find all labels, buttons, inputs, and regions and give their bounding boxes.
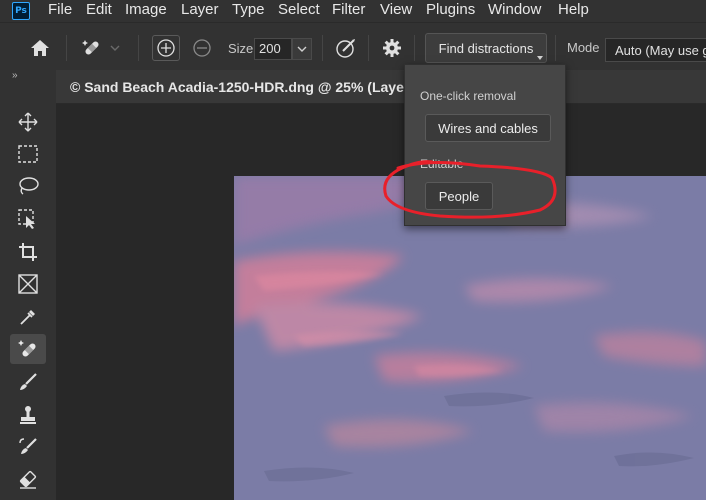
preset-dropdown-button[interactable] (108, 41, 122, 55)
pen-pressure-icon (336, 39, 355, 58)
menu-filter[interactable]: Filter (332, 1, 365, 18)
photoshop-logo-icon[interactable]: Ps (12, 2, 30, 20)
menu-file[interactable]: File (48, 1, 72, 18)
eyedropper-icon (20, 310, 35, 325)
move-tool[interactable] (10, 107, 46, 137)
clone-stamp-tool[interactable] (10, 400, 46, 430)
bandage-sparkle-icon (82, 40, 99, 55)
frame-icon (18, 274, 38, 294)
menu-edit[interactable]: Edit (86, 1, 112, 18)
dropdown-corner-icon (537, 56, 543, 60)
object-selection-tool[interactable] (10, 204, 46, 234)
document-title: © Sand Beach Acadia-1250-HDR.dng @ 25% (… (70, 79, 410, 95)
size-label: Size (228, 41, 254, 56)
menu-bar: Ps File Edit Image Layer Type Select Fil… (0, 0, 706, 22)
menu-type[interactable]: Type (232, 1, 265, 18)
chevron-down-icon (110, 45, 120, 51)
document-tab[interactable]: © Sand Beach Acadia-1250-HDR.dng @ 25% (… (56, 70, 706, 104)
circle-minus-icon (193, 39, 211, 57)
menu-select[interactable]: Select (278, 1, 320, 18)
rectangle-marquee-icon (18, 145, 38, 163)
options-bar: Size 200 Find distractions Mode Auto (Ma… (0, 22, 706, 70)
size-dropdown-button[interactable] (292, 38, 312, 60)
menu-plugins[interactable]: Plugins (426, 1, 475, 18)
tools-panel: » (0, 70, 56, 500)
eyedropper-tool[interactable] (10, 302, 46, 332)
find-distractions-label: Find distractions (438, 40, 534, 56)
history-brush-icon (19, 438, 37, 454)
menu-layer[interactable]: Layer (181, 1, 219, 18)
home-button[interactable] (26, 35, 54, 61)
eraser-icon (19, 470, 37, 489)
collapse-panel-icon[interactable]: » (12, 70, 18, 81)
wires-and-cables-button[interactable]: Wires and cables (425, 114, 551, 142)
crop-tool[interactable] (10, 237, 46, 267)
gear-icon (383, 39, 401, 57)
mode-select[interactable]: Auto (May use g (605, 38, 706, 62)
bandage-sparkle-icon (18, 340, 36, 357)
eraser-tool[interactable] (10, 464, 46, 494)
circle-plus-icon (157, 39, 175, 57)
move-icon (18, 112, 38, 132)
marquee-tool[interactable] (10, 139, 46, 169)
menu-view[interactable]: View (380, 1, 412, 18)
wires-and-cables-label: Wires and cables (438, 120, 538, 136)
frame-tool[interactable] (10, 269, 46, 299)
crop-icon (19, 243, 37, 261)
size-input[interactable]: 200 (254, 38, 292, 60)
editable-heading: Editable (420, 157, 464, 171)
remove-tool-preset-button[interactable] (78, 35, 106, 61)
menu-help[interactable]: Help (558, 1, 589, 18)
lasso-tool[interactable] (10, 171, 46, 201)
chevron-down-icon (297, 46, 307, 52)
add-mode-button[interactable] (152, 35, 180, 61)
remove-tool[interactable] (10, 334, 46, 364)
object-selection-icon (18, 209, 35, 229)
mode-label: Mode (567, 40, 600, 55)
lasso-icon (19, 177, 39, 195)
menu-window[interactable]: Window (488, 1, 541, 18)
history-brush-tool[interactable] (10, 432, 46, 462)
settings-button[interactable] (378, 35, 406, 61)
home-icon (31, 40, 49, 56)
subtract-mode-button[interactable] (188, 35, 216, 61)
brush-tool[interactable] (10, 367, 46, 397)
canvas-area[interactable] (56, 104, 706, 500)
people-button[interactable]: People (425, 182, 493, 210)
people-label: People (438, 188, 480, 204)
find-distractions-button[interactable]: Find distractions (425, 33, 547, 63)
pressure-size-button[interactable] (332, 35, 360, 61)
menu-image[interactable]: Image (125, 1, 167, 18)
stamp-icon (20, 406, 36, 424)
brush-icon (20, 373, 37, 390)
one-click-removal-heading: One-click removal (420, 89, 517, 103)
find-distractions-menu: One-click removal Wires and cables Edita… (404, 64, 566, 226)
